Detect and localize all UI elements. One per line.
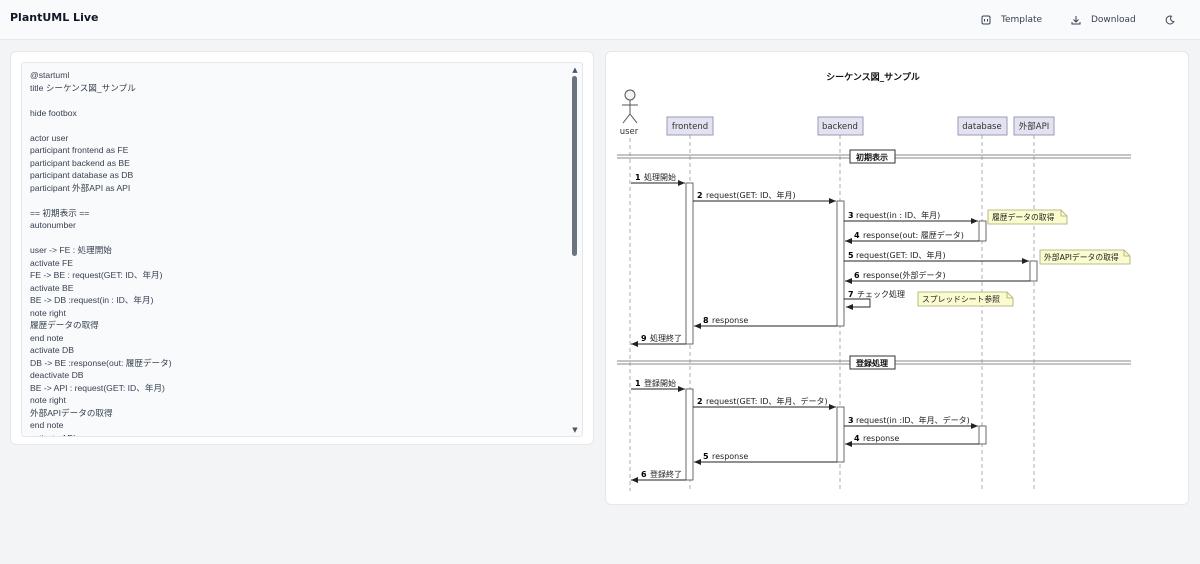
section-divider-register: 登録処理 — [617, 355, 1131, 370]
download-button[interactable]: Download — [1071, 10, 1136, 30]
svg-text:処理開始: 処理開始 — [644, 172, 676, 182]
svg-text:登録終了: 登録終了 — [650, 469, 682, 479]
svg-text:3: 3 — [848, 211, 854, 220]
svg-text:request(GET: ID、年月): request(GET: ID、年月) — [856, 250, 946, 260]
participant-external-api: 外部API — [1013, 116, 1055, 136]
template-label: Template — [1001, 15, 1043, 25]
svg-text:スプレッドシート参照: スプレッドシート参照 — [922, 294, 1000, 304]
participant-database: database — [957, 116, 1008, 136]
message-2-3: 3 request(in :ID、年月、データ) — [844, 415, 978, 429]
message-1-3: 3 request(in : ID、年月) — [844, 210, 978, 224]
svg-text:9: 9 — [641, 334, 647, 343]
actor-user — [622, 89, 638, 124]
participant-backend: backend — [817, 116, 864, 136]
message-2-6: 6 登録終了 — [631, 469, 686, 483]
svg-text:5: 5 — [703, 452, 709, 461]
app-title: PlantUML Live — [10, 11, 99, 24]
svg-text:response: response — [712, 452, 748, 461]
svg-text:3: 3 — [848, 416, 854, 425]
message-2-4: 4 response — [845, 434, 979, 447]
template-icon — [981, 15, 991, 25]
svg-text:response(外部データ): response(外部データ) — [863, 270, 946, 280]
message-2-5: 5 response — [694, 452, 837, 465]
svg-text:2: 2 — [697, 397, 703, 406]
download-icon — [1071, 16, 1081, 25]
svg-text:frontend: frontend — [672, 122, 708, 132]
section-divider-initial: 初期表示 — [617, 149, 1131, 164]
svg-text:2: 2 — [697, 191, 703, 200]
svg-text:登録処理: 登録処理 — [855, 358, 888, 368]
svg-text:backend: backend — [822, 122, 858, 132]
note-history-data: 履歴データの取得 — [987, 209, 1068, 225]
diagram-preview-panel: シーケンス図_サンプル user frontend backend databa… — [605, 51, 1189, 505]
editor-scrollbar[interactable]: ▲ ▼ — [571, 66, 579, 434]
svg-text:response: response — [712, 316, 748, 325]
code-text[interactable]: @startuml title シーケンス図_サンプル hide footbox… — [30, 69, 172, 436]
app-header: PlantUML Live Template Download — [0, 0, 1200, 40]
message-2-2: 2 request(GET: ID、年月、データ) — [693, 396, 836, 410]
message-1-6: 6 response(外部データ) — [845, 270, 1030, 284]
message-2-1: 1 登録開始 — [631, 378, 685, 392]
svg-text:request(GET: ID、年月、データ): request(GET: ID、年月、データ) — [706, 396, 828, 406]
svg-text:response: response — [863, 434, 899, 443]
svg-text:4: 4 — [854, 434, 860, 443]
svg-text:database: database — [962, 122, 1001, 132]
scroll-down-arrow-icon[interactable]: ▼ — [571, 426, 579, 434]
sequence-diagram: シーケンス図_サンプル user frontend backend databa… — [617, 71, 1131, 491]
svg-text:6: 6 — [641, 470, 647, 479]
note-spreadsheet: スプレッドシート参照 — [917, 291, 1014, 307]
svg-text:request(in :ID、年月、データ): request(in :ID、年月、データ) — [856, 415, 970, 425]
scroll-up-arrow-icon[interactable]: ▲ — [571, 66, 579, 74]
download-label: Download — [1091, 15, 1136, 25]
scroll-thumb[interactable] — [572, 76, 577, 256]
svg-text:response(out: 履歴データ): response(out: 履歴データ) — [863, 230, 964, 240]
message-1-7-self: 7 チェック処理 — [844, 289, 905, 310]
code-editor[interactable]: @startuml title シーケンス図_サンプル hide footbox… — [21, 62, 583, 437]
svg-text:処理終了: 処理終了 — [650, 333, 682, 343]
message-1-4: 4 response(out: 履歴データ) — [845, 230, 979, 244]
svg-text:履歴データの取得: 履歴データの取得 — [992, 212, 1055, 222]
svg-text:登録開始: 登録開始 — [644, 378, 676, 388]
svg-text:request(in : ID、年月): request(in : ID、年月) — [856, 210, 940, 220]
message-1-1: 1 処理開始 — [631, 172, 685, 186]
message-1-9: 9 処理終了 — [631, 333, 686, 347]
svg-text:外部APIデータの取得: 外部APIデータの取得 — [1044, 252, 1119, 262]
svg-text:6: 6 — [854, 271, 860, 280]
svg-text:チェック処理: チェック処理 — [857, 289, 905, 299]
participant-frontend: frontend — [666, 116, 714, 136]
template-button[interactable]: Template — [981, 10, 1042, 30]
svg-text:request(GET: ID、年月): request(GET: ID、年月) — [706, 190, 796, 200]
actor-user-label: user — [620, 127, 639, 137]
svg-text:1: 1 — [635, 379, 641, 388]
svg-text:4: 4 — [854, 231, 860, 240]
svg-text:1: 1 — [635, 173, 641, 182]
svg-text:7: 7 — [848, 290, 854, 299]
svg-text:8: 8 — [703, 316, 709, 325]
svg-text:外部API: 外部API — [1019, 121, 1049, 132]
editor-panel: @startuml title シーケンス図_サンプル hide footbox… — [10, 51, 594, 445]
message-1-5: 5 request(GET: ID、年月) — [844, 250, 1029, 264]
message-1-2: 2 request(GET: ID、年月) — [693, 190, 836, 204]
note-external-api-data: 外部APIデータの取得 — [1039, 249, 1131, 265]
moon-icon — [1165, 15, 1175, 25]
svg-text:初期表示: 初期表示 — [856, 152, 888, 162]
diagram-title: シーケンス図_サンプル — [826, 71, 920, 83]
theme-toggle-button[interactable] — [1165, 10, 1185, 30]
message-1-8: 8 response — [694, 316, 837, 329]
svg-text:5: 5 — [848, 251, 854, 260]
